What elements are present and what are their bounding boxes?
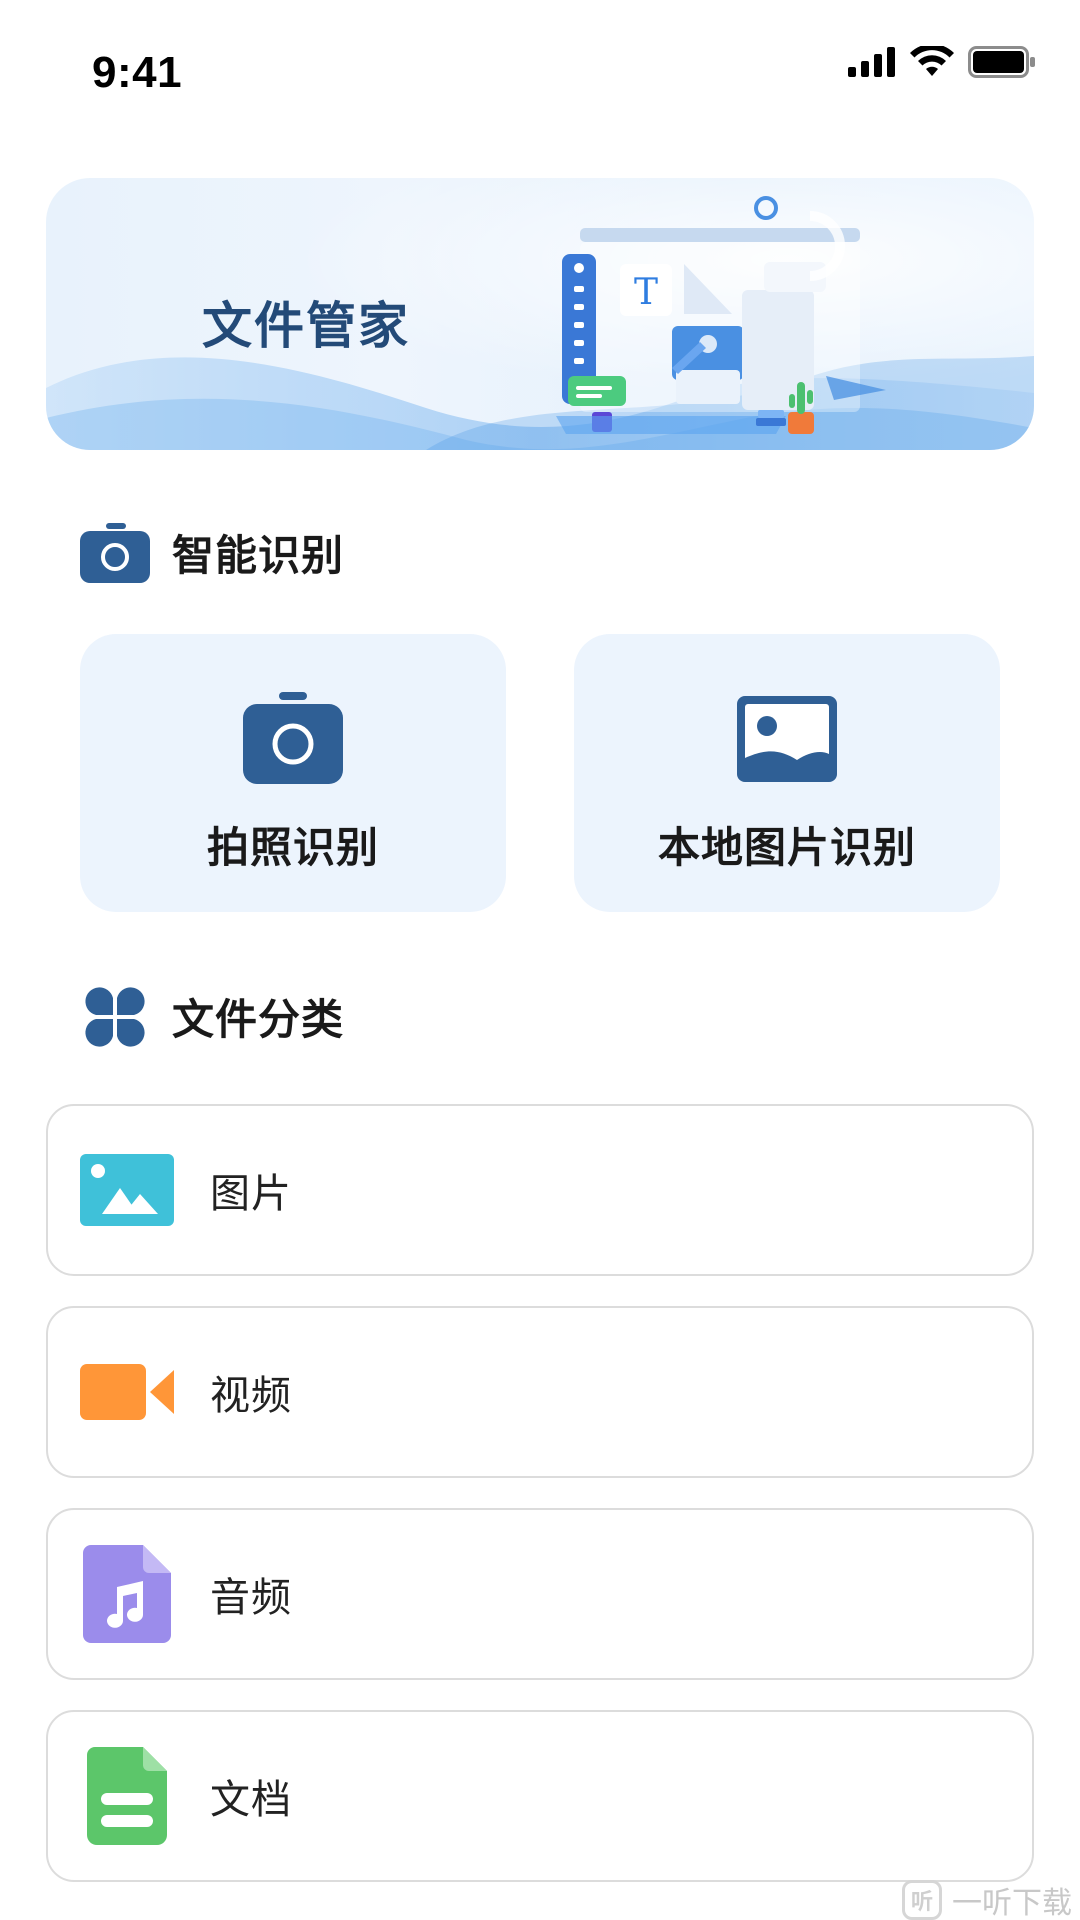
category-label-images: 图片 xyxy=(210,1171,292,1217)
status-time: 9:41 xyxy=(92,48,183,97)
cellular-signal-icon xyxy=(848,47,895,77)
image-icon xyxy=(737,696,837,782)
document-file-icon xyxy=(80,1747,174,1845)
section-title-recognition: 智能识别 xyxy=(172,531,345,580)
category-item-images[interactable]: 图片 xyxy=(46,1104,1034,1276)
watermark-text: 一听下载 xyxy=(952,1886,1072,1920)
battery-icon xyxy=(968,46,1035,78)
camera-icon xyxy=(243,692,343,784)
section-header-recognition: 智能识别 xyxy=(80,522,344,583)
section-title-classification: 文件分类 xyxy=(172,995,345,1044)
wifi-icon xyxy=(910,46,954,76)
status-icons xyxy=(848,46,1036,78)
watermark-logo: 听 xyxy=(902,1880,942,1920)
photo-recognition-card[interactable]: 拍照识别 xyxy=(80,634,506,912)
camera-section-icon xyxy=(80,522,150,583)
music-file-icon xyxy=(80,1545,174,1643)
category-item-documents[interactable]: 文档 xyxy=(46,1710,1034,1882)
watermark: 听 一听下载 xyxy=(902,1878,1072,1920)
category-item-audio[interactable]: 音频 xyxy=(46,1508,1034,1680)
category-item-video[interactable]: 视频 xyxy=(46,1306,1034,1478)
local-image-recognition-label: 本地图片识别 xyxy=(657,823,916,872)
banner-title: 文件管家 xyxy=(202,297,410,355)
header-banner: 文件管家 T xyxy=(46,178,1034,450)
photo-recognition-label: 拍照识别 xyxy=(206,823,379,872)
section-header-classification: 文件分类 xyxy=(80,986,344,1047)
local-image-recognition-card[interactable]: 本地图片识别 xyxy=(574,634,1000,912)
status-bar: 9:41 xyxy=(0,0,1080,130)
svg-text:T: T xyxy=(634,272,658,313)
picture-icon xyxy=(80,1143,174,1237)
banner-illustration: T xyxy=(556,196,886,434)
category-label-audio: 音频 xyxy=(210,1575,292,1621)
file-manager-home: 9:41 文件管家 T 智能识别 拍照识别 本地图片识别 文件分类 图片 视频 … xyxy=(0,0,1080,1920)
category-label-video: 视频 xyxy=(210,1373,292,1419)
video-camera-icon xyxy=(80,1345,174,1439)
clover-grid-icon xyxy=(80,986,150,1047)
category-label-documents: 文档 xyxy=(210,1777,292,1823)
